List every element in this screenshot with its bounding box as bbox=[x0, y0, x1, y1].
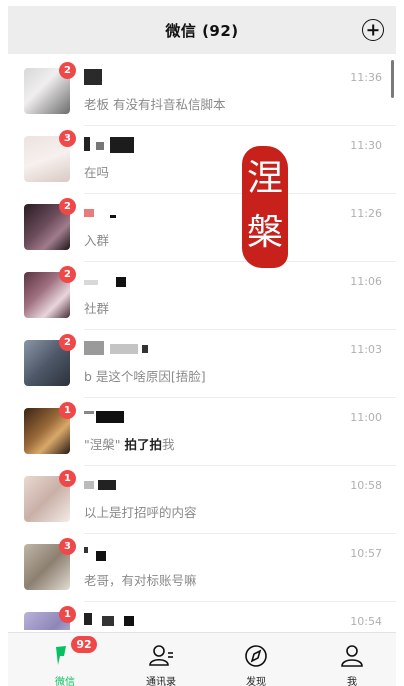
chat-row[interactable]: 2 入群 11:26 bbox=[8, 194, 396, 262]
message-preview: b 是这个啥原因[捂脸] bbox=[84, 369, 206, 384]
chat-row[interactable]: 3 老哥，有对标账号嘛 10:57 bbox=[8, 534, 396, 602]
contact-name-redacted bbox=[84, 205, 116, 221]
message-preview: 老板 有没有抖音私信脚本 bbox=[84, 97, 226, 112]
tab-me[interactable]: 我 bbox=[312, 639, 392, 686]
contact-name-redacted bbox=[84, 69, 102, 85]
unread-badge: 2 bbox=[59, 198, 76, 215]
page-title: 微信 (92) bbox=[165, 21, 239, 40]
message-time: 11:00 bbox=[350, 411, 382, 424]
message-time: 11:36 bbox=[350, 71, 382, 84]
unread-badge: 1 bbox=[59, 470, 76, 487]
chat-row[interactable]: 2 社群 11:06 bbox=[8, 262, 396, 330]
tab-bar: 92 微信 通讯录 发现 我 bbox=[8, 632, 396, 686]
contact-name-redacted bbox=[84, 545, 106, 561]
message-time: 10:57 bbox=[350, 547, 382, 560]
unread-badge: 1 bbox=[59, 402, 76, 419]
compass-icon bbox=[245, 645, 267, 667]
message-time: 11:06 bbox=[350, 275, 382, 288]
contact-name-redacted bbox=[84, 477, 116, 493]
message-preview: 入群 bbox=[84, 233, 110, 248]
contact-name-redacted bbox=[84, 341, 148, 357]
chat-row[interactable]: 2 b 是这个啥原因[捂脸] 11:03 bbox=[8, 330, 396, 398]
unread-badge: 2 bbox=[59, 266, 76, 283]
chat-row[interactable]: 1 以上是打招呼的内容 10:58 bbox=[8, 466, 396, 534]
unread-badge: 3 bbox=[59, 538, 76, 555]
unread-badge: 1 bbox=[59, 606, 76, 623]
person-icon bbox=[341, 645, 363, 667]
contact-name-redacted bbox=[84, 273, 126, 289]
message-preview: "涅槃" 拍了拍我 bbox=[84, 437, 175, 452]
chat-list[interactable]: 2 老板 有没有抖音私信脚本 11:36 3 在吗 11:30 2 入群 11:… bbox=[8, 58, 396, 630]
chat-row[interactable]: 3 在吗 11:30 bbox=[8, 126, 396, 194]
tab-contacts[interactable]: 通讯录 bbox=[121, 639, 201, 686]
tab-chats[interactable]: 92 微信 bbox=[25, 636, 105, 686]
message-time: 11:26 bbox=[350, 207, 382, 220]
chat-row[interactable]: 1 "涅槃" 拍了拍我 11:00 bbox=[8, 398, 396, 466]
seal-stamp: 涅槃 bbox=[242, 146, 288, 268]
message-preview: 社群 bbox=[84, 301, 110, 316]
chat-row[interactable]: 1 10:54 bbox=[8, 602, 396, 630]
message-time: 10:54 bbox=[350, 615, 382, 628]
tab-discover[interactable]: 发现 bbox=[216, 639, 296, 686]
contact-name-redacted bbox=[84, 613, 134, 629]
tab-unread-badge: 92 bbox=[71, 636, 97, 653]
tab-label: 发现 bbox=[246, 677, 266, 686]
message-time: 10:58 bbox=[350, 479, 382, 492]
message-time: 11:03 bbox=[350, 343, 382, 356]
title-bar: 微信 (92) bbox=[8, 6, 396, 54]
unread-badge: 2 bbox=[59, 62, 76, 79]
tab-label: 通讯录 bbox=[146, 677, 176, 686]
contacts-icon bbox=[149, 645, 173, 666]
contact-name-redacted bbox=[84, 409, 124, 425]
message-preview: 在吗 bbox=[84, 165, 110, 180]
scrollbar[interactable] bbox=[391, 60, 394, 98]
tab-label: 微信 bbox=[55, 677, 75, 686]
message-time: 11:30 bbox=[350, 139, 382, 152]
message-preview: 老哥，有对标账号嘛 bbox=[84, 573, 197, 588]
contact-name-redacted bbox=[84, 137, 134, 153]
tab-label: 我 bbox=[347, 677, 357, 686]
message-preview: 以上是打招呼的内容 bbox=[84, 505, 197, 520]
unread-badge: 2 bbox=[59, 334, 76, 351]
unread-badge: 3 bbox=[59, 130, 76, 147]
chat-row[interactable]: 2 老板 有没有抖音私信脚本 11:36 bbox=[8, 58, 396, 126]
add-icon[interactable] bbox=[362, 19, 384, 41]
